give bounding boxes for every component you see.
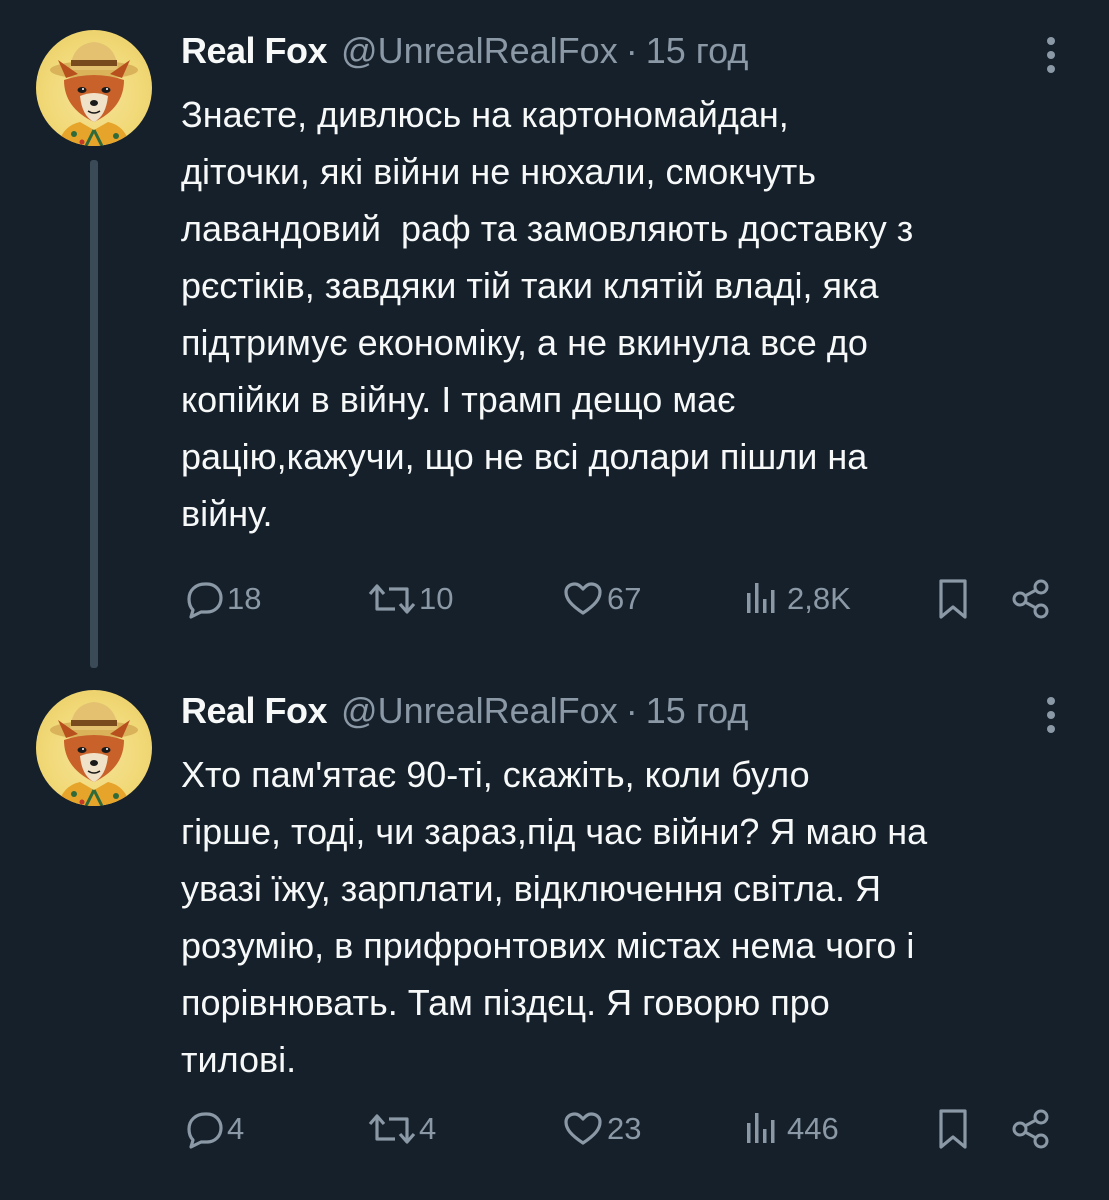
separator-dot: · <box>625 690 638 731</box>
views-icon <box>747 583 775 613</box>
more-options-button[interactable] <box>1036 34 1066 76</box>
like-count: 67 <box>607 581 642 616</box>
tweet[interactable]: Real Fox @UnrealRealFox · 15 год Знаєте,… <box>0 0 1109 660</box>
heart-icon <box>564 582 602 615</box>
retweet-icon <box>368 1114 416 1144</box>
tweet-text: Хто пам'ятає 90-ті, скажіть, коли було г… <box>181 754 928 1080</box>
share-icon <box>1012 1109 1049 1149</box>
views-icon <box>747 1113 775 1143</box>
more-vertical-icon <box>1047 37 1055 73</box>
views-button[interactable]: 446 <box>741 1105 839 1153</box>
views-count: 2,8K <box>787 581 851 616</box>
timestamp[interactable]: 15 год <box>646 28 749 74</box>
share-button[interactable] <box>1009 1105 1053 1153</box>
display-name[interactable]: Real Fox <box>181 688 328 734</box>
tweet-header: Real Fox @UnrealRealFox · 15 год <box>181 688 748 734</box>
bookmark-icon <box>939 1109 967 1149</box>
views-button[interactable]: 2,8K <box>741 575 851 623</box>
reply-button[interactable]: 4 <box>181 1105 244 1153</box>
bookmark-button[interactable] <box>933 575 973 623</box>
tweet-actions: 4 4 23 446 <box>181 1105 1061 1153</box>
avatar[interactable] <box>36 690 152 806</box>
reply-icon <box>187 1112 223 1149</box>
like-button[interactable]: 67 <box>561 575 641 623</box>
reply-count: 4 <box>227 1111 245 1146</box>
heart-icon <box>564 1112 602 1145</box>
like-button[interactable]: 23 <box>561 1105 641 1153</box>
more-vertical-icon <box>1047 697 1055 733</box>
more-options-button[interactable] <box>1036 694 1066 736</box>
reply-button[interactable]: 18 <box>181 575 261 623</box>
share-button[interactable] <box>1009 575 1053 623</box>
fox-avatar-icon <box>48 40 140 146</box>
reply-icon <box>187 582 223 619</box>
tweet-text: Знаєте, дивлюсь на картономайдан, діточк… <box>181 94 914 534</box>
tweet[interactable]: Real Fox @UnrealRealFox · 15 год Хто пам… <box>0 660 1109 1200</box>
bookmark-button[interactable] <box>933 1105 973 1153</box>
retweet-icon <box>368 584 416 614</box>
timestamp[interactable]: 15 год <box>646 688 749 734</box>
tweet-header: Real Fox @UnrealRealFox · 15 год <box>181 28 748 74</box>
bookmark-icon <box>939 579 967 619</box>
retweet-button[interactable]: 10 <box>367 575 453 623</box>
user-handle[interactable]: @UnrealRealFox <box>341 688 618 734</box>
retweet-count: 4 <box>419 1111 437 1146</box>
tweet-actions: 18 10 67 2,8K <box>181 575 1061 623</box>
user-handle[interactable]: @UnrealRealFox <box>341 28 618 74</box>
avatar[interactable] <box>36 30 152 146</box>
like-count: 23 <box>607 1111 642 1146</box>
retweet-button[interactable]: 4 <box>367 1105 436 1153</box>
separator-dot: · <box>625 30 638 71</box>
views-count: 446 <box>787 1111 839 1146</box>
share-icon <box>1012 579 1049 619</box>
display-name[interactable]: Real Fox <box>181 28 328 74</box>
retweet-count: 10 <box>419 581 454 616</box>
reply-count: 18 <box>227 581 262 616</box>
fox-avatar-icon <box>48 700 140 806</box>
